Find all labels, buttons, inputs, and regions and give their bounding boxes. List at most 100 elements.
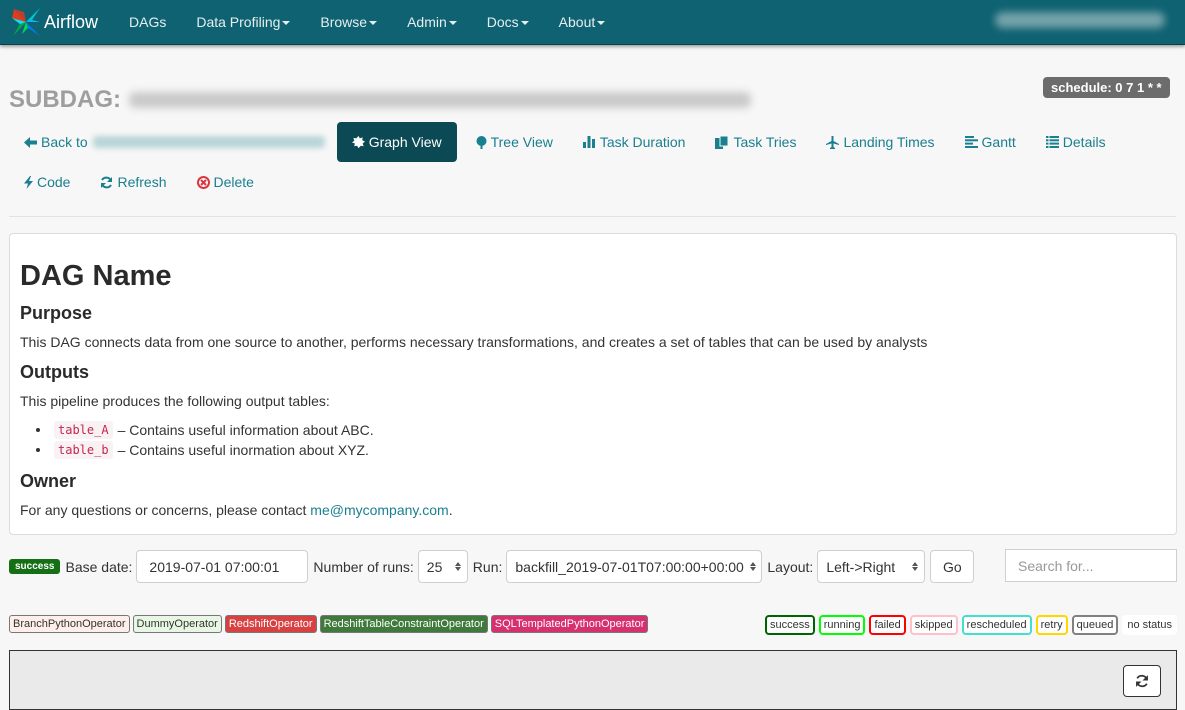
layout-select[interactable]: Left->Right: [817, 550, 926, 583]
tab-task-duration[interactable]: Task Duration: [568, 122, 701, 162]
state-chip[interactable]: running: [818, 615, 866, 635]
select-arrows-icon: [454, 562, 461, 571]
operator-legend: BranchPythonOperator DummyOperator Redshif…: [9, 615, 651, 633]
state-chip[interactable]: success: [765, 615, 815, 635]
list-item: table_A – Contains useful information ab…: [20, 420, 374, 440]
outputs-heading: Outputs: [20, 362, 89, 382]
owner-text: For any questions or concerns, please co…: [20, 502, 453, 518]
tab-landing-times[interactable]: Landing Times: [811, 122, 949, 162]
owner-heading: Owner: [20, 471, 77, 491]
go-button[interactable]: Go: [930, 550, 975, 583]
operator-chip: RedshiftTableConstraintOperator: [319, 615, 488, 633]
doc-title: DAG Name: [20, 260, 172, 292]
graph-refresh-button[interactable]: [1123, 665, 1161, 697]
tab-gantt[interactable]: Gantt: [950, 122, 1031, 162]
refresh-link[interactable]: Refresh: [85, 166, 181, 198]
view-nav-primary: Back to Graph View Tree View Task Durati…: [9, 122, 1121, 162]
parent-dag-redacted: [92, 136, 325, 148]
state-chip[interactable]: rescheduled: [961, 615, 1032, 635]
num-runs-label: Number of runs:: [313, 558, 414, 575]
nav-admin[interactable]: Admin: [392, 14, 472, 30]
nav-data-profiling-label: Data Profiling: [196, 14, 281, 30]
nav-browse-label: Browse: [320, 14, 368, 30]
state-chip[interactable]: retry: [1035, 615, 1068, 635]
nav-about-label: About: [558, 14, 596, 30]
refresh-icon: [1136, 674, 1148, 688]
certificate-icon: [351, 135, 365, 149]
table-description: – Contains useful inormation about XYZ.: [117, 442, 369, 458]
num-runs-value: 25: [426, 558, 443, 575]
caret-down-icon: [369, 21, 378, 26]
run-label: Run:: [472, 558, 503, 575]
state-chip[interactable]: skipped: [909, 615, 958, 635]
graph-view-label: Graph View: [368, 134, 442, 150]
owner-email-link[interactable]: me@mycompany.com: [310, 502, 448, 518]
tab-task-tries[interactable]: Task Tries: [700, 122, 811, 162]
code-label: Code: [37, 174, 71, 190]
brand[interactable]: Airflow: [10, 6, 98, 38]
base-date-label: Base date:: [65, 558, 133, 575]
duplicate-icon: [715, 135, 729, 149]
tree-icon: [476, 135, 487, 149]
state-legend: success running failed skipped rescheduled re…: [765, 615, 1181, 635]
subdag-label: SUBDAG:: [9, 86, 121, 113]
bullet: [36, 448, 40, 452]
select-arrows-icon: [749, 562, 756, 571]
gantt-label: Gantt: [981, 134, 1016, 150]
nav-dags[interactable]: DAGs: [114, 14, 181, 30]
purpose-heading: Purpose: [20, 303, 93, 323]
operator-chip: RedshiftOperator: [224, 615, 317, 633]
details-label: Details: [1062, 134, 1106, 150]
operator-chip: BranchPythonOperator: [9, 615, 130, 633]
task-search-input[interactable]: Search for...: [1005, 549, 1177, 582]
caret-down-icon: [597, 21, 606, 26]
back-to-parent-link[interactable]: Back to: [9, 122, 337, 162]
brand-name: Airflow: [44, 11, 99, 32]
nav-about[interactable]: About: [544, 14, 621, 30]
state-chip[interactable]: failed: [869, 615, 906, 635]
table-name-code: table_b: [54, 441, 113, 459]
code-link[interactable]: Code: [9, 166, 85, 198]
tree-view-label: Tree View: [490, 134, 553, 150]
run-value: backfill_2019-07-01T07:00:00+00:00: [515, 558, 744, 575]
nav-docs[interactable]: Docs: [472, 14, 544, 30]
num-runs-select[interactable]: 25: [417, 550, 468, 583]
airflow-logo-icon: [12, 8, 40, 36]
header-divider: [9, 216, 1176, 217]
list-icon: [1045, 136, 1059, 148]
tab-graph-view[interactable]: Graph View: [336, 122, 457, 162]
table-description: – Contains useful information about ABC.: [117, 422, 374, 438]
nav-data-profiling[interactable]: Data Profiling: [181, 14, 305, 30]
select-arrows-icon: [912, 562, 919, 571]
owner-text-prefix: For any questions or concerns, please co…: [20, 502, 311, 518]
caret-down-icon: [520, 21, 529, 26]
run-select[interactable]: backfill_2019-07-01T07:00:00+00:00: [506, 550, 763, 583]
base-date-input[interactable]: 2019-07-01 07:00:01: [136, 550, 309, 583]
page-title: SUBDAG:: [9, 86, 751, 114]
caret-down-icon: [282, 21, 291, 26]
dag-graph-canvas[interactable]: [9, 650, 1177, 710]
owner-text-suffix: .: [448, 502, 453, 518]
operator-chip: DummyOperator: [132, 615, 222, 633]
state-chip[interactable]: queued: [1071, 615, 1119, 635]
remove-circle-icon: [196, 175, 210, 189]
nav-browse[interactable]: Browse: [305, 14, 392, 30]
landing-times-label: Landing Times: [843, 134, 935, 150]
nav-dags-label: DAGs: [129, 14, 167, 30]
dag-documentation-panel: DAG Name Purpose This DAG connects data …: [9, 233, 1177, 535]
bullet: [36, 428, 40, 432]
graph-controls-form: success Base date: 2019-07-01 07:00:01 N…: [9, 549, 1177, 584]
schedule-badge: schedule: 0 7 1 * *: [1043, 77, 1170, 98]
tab-tree-view[interactable]: Tree View: [461, 122, 568, 162]
tab-details[interactable]: Details: [1031, 122, 1121, 162]
refresh-icon: [100, 176, 113, 189]
layout-label: Layout:: [767, 558, 814, 575]
nav-docs-label: Docs: [486, 14, 519, 30]
delete-link[interactable]: Delete: [182, 166, 269, 198]
operator-chip: SQLTemplatedPythonOperator: [490, 615, 649, 633]
purpose-text: This DAG connects data from one source t…: [20, 334, 928, 350]
view-nav-secondary: Code Refresh Delete: [9, 166, 269, 198]
state-chip[interactable]: no status: [1122, 615, 1177, 635]
list-item: table_b – Contains useful inormation abo…: [20, 440, 374, 460]
back-label: Back to: [41, 134, 88, 150]
